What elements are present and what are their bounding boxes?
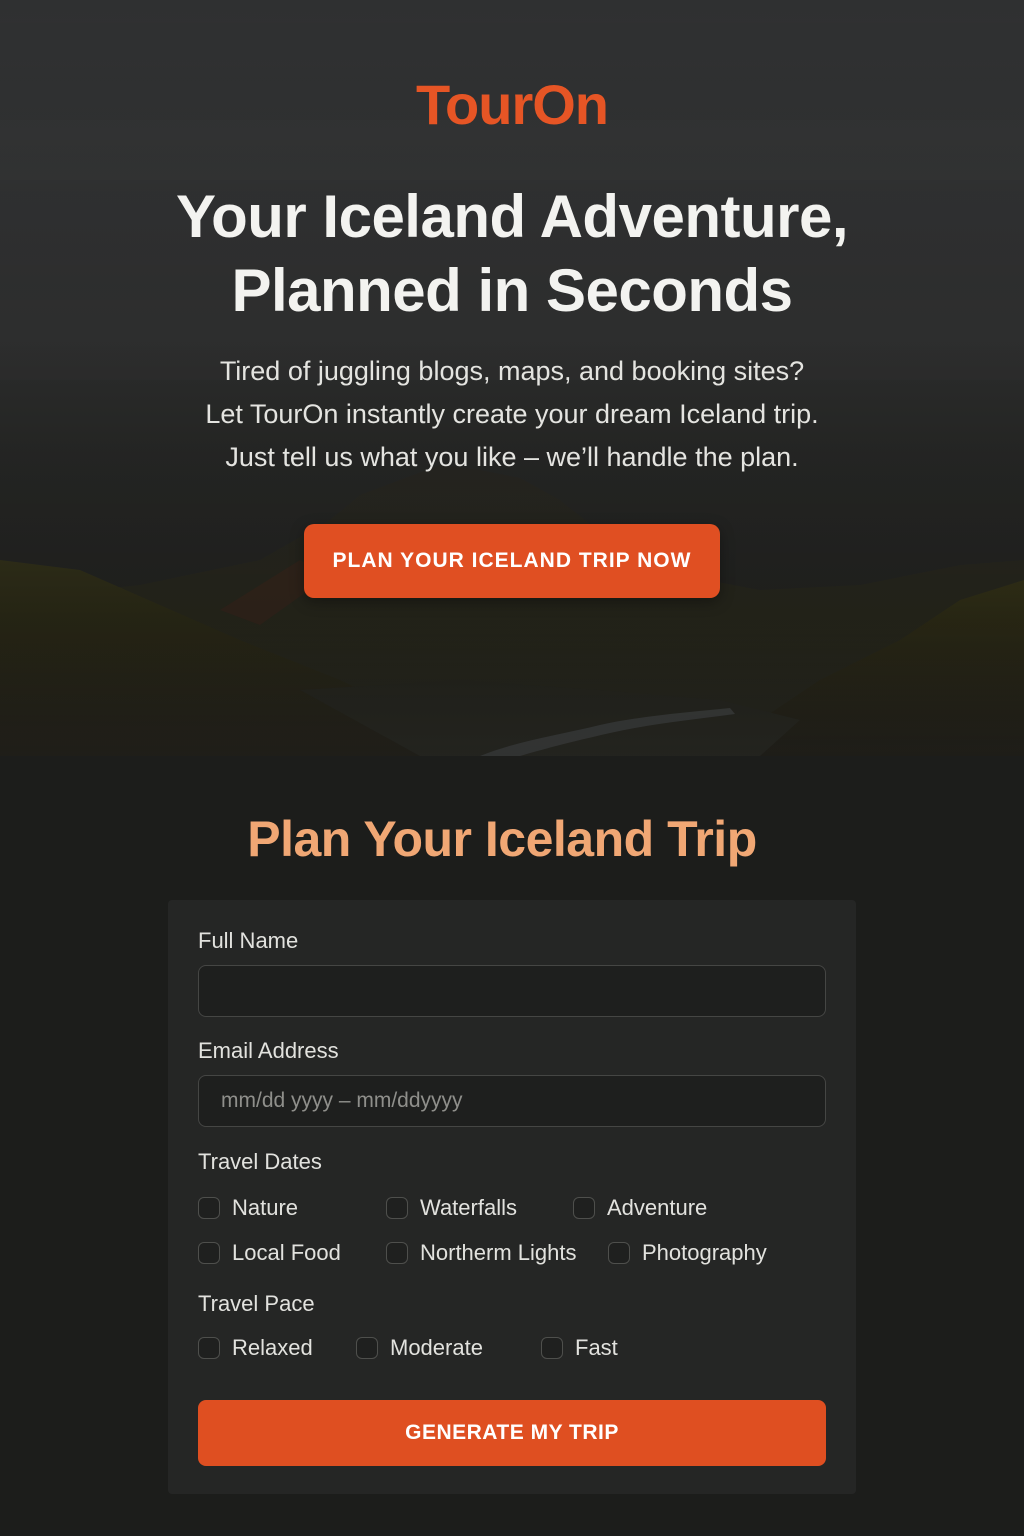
hero-subtitle-line: Just tell us what you like – we’ll handl… [225, 442, 799, 472]
form-section-title: Plan Your Iceland Trip [247, 811, 757, 867]
checkbox-label: Photography [642, 1240, 767, 1265]
travel-pace-label: Travel Pace [198, 1291, 315, 1316]
email-label: Email Address [198, 1038, 339, 1063]
checkbox-box[interactable] [541, 1337, 563, 1359]
checkbox-box[interactable] [386, 1197, 408, 1219]
interest-checkbox-photography[interactable]: Photography [608, 1240, 767, 1266]
checkbox-label: Adventure [607, 1195, 708, 1220]
checkbox-label: Local Food [232, 1240, 341, 1265]
hero-section: TourOn Your Iceland Adventure, Planned i… [0, 0, 1024, 756]
checkbox-label: Northerm Lights [420, 1240, 577, 1265]
checkbox-label: Nature [232, 1195, 299, 1220]
interest-checkbox-northern-lights[interactable]: Northerm Lights [386, 1240, 577, 1266]
pace-checkbox-moderate[interactable]: Moderate [356, 1335, 483, 1361]
checkbox-box[interactable] [356, 1337, 378, 1359]
checkbox-label: Fast [575, 1335, 618, 1360]
email-input[interactable] [198, 1075, 826, 1127]
checkbox-label: Waterfalls [420, 1195, 517, 1220]
interest-checkbox-adventure[interactable]: Adventure [573, 1195, 707, 1221]
hero-headline-line: Your Iceland Adventure, [176, 183, 848, 250]
plan-trip-cta-button[interactable]: PLAN YOUR ICELAND TRIP NOW [304, 524, 720, 598]
checkbox-box[interactable] [198, 1197, 220, 1219]
checkbox-box[interactable] [198, 1337, 220, 1359]
interest-checkbox-local-food[interactable]: Local Food [198, 1240, 341, 1266]
hero-subtitle-line: Let TourOn instantly create your dream I… [205, 399, 819, 429]
travel-dates-label: Travel Dates [198, 1149, 322, 1174]
checkbox-box[interactable] [198, 1242, 220, 1264]
hero-subtitle-line: Tired of juggling blogs, maps, and booki… [219, 356, 805, 386]
checkbox-box[interactable] [573, 1197, 595, 1219]
pace-checkbox-fast[interactable]: Fast [541, 1335, 618, 1361]
trip-form: Full Name Email Address Travel Dates Nat… [168, 900, 856, 1494]
full-name-label: Full Name [198, 928, 299, 953]
generate-trip-button[interactable]: GENERATE MY TRIP [198, 1400, 826, 1466]
interest-checkbox-nature[interactable]: Nature [198, 1195, 298, 1221]
hero-headline-line: Planned in Seconds [231, 257, 793, 324]
pace-checkbox-relaxed[interactable]: Relaxed [198, 1335, 313, 1361]
hero-headline: Your Iceland Adventure, Planned in Secon… [0, 180, 1024, 328]
checkbox-box[interactable] [386, 1242, 408, 1264]
checkbox-label: Relaxed [232, 1335, 313, 1360]
checkbox-box[interactable] [608, 1242, 630, 1264]
checkbox-label: Moderate [390, 1335, 483, 1360]
interest-checkbox-waterfalls[interactable]: Waterfalls [386, 1195, 517, 1221]
hero-subtitle: Tired of juggling blogs, maps, and booki… [0, 350, 1024, 479]
brand-logo: TourOn [415, 73, 609, 136]
full-name-input[interactable] [198, 965, 826, 1017]
